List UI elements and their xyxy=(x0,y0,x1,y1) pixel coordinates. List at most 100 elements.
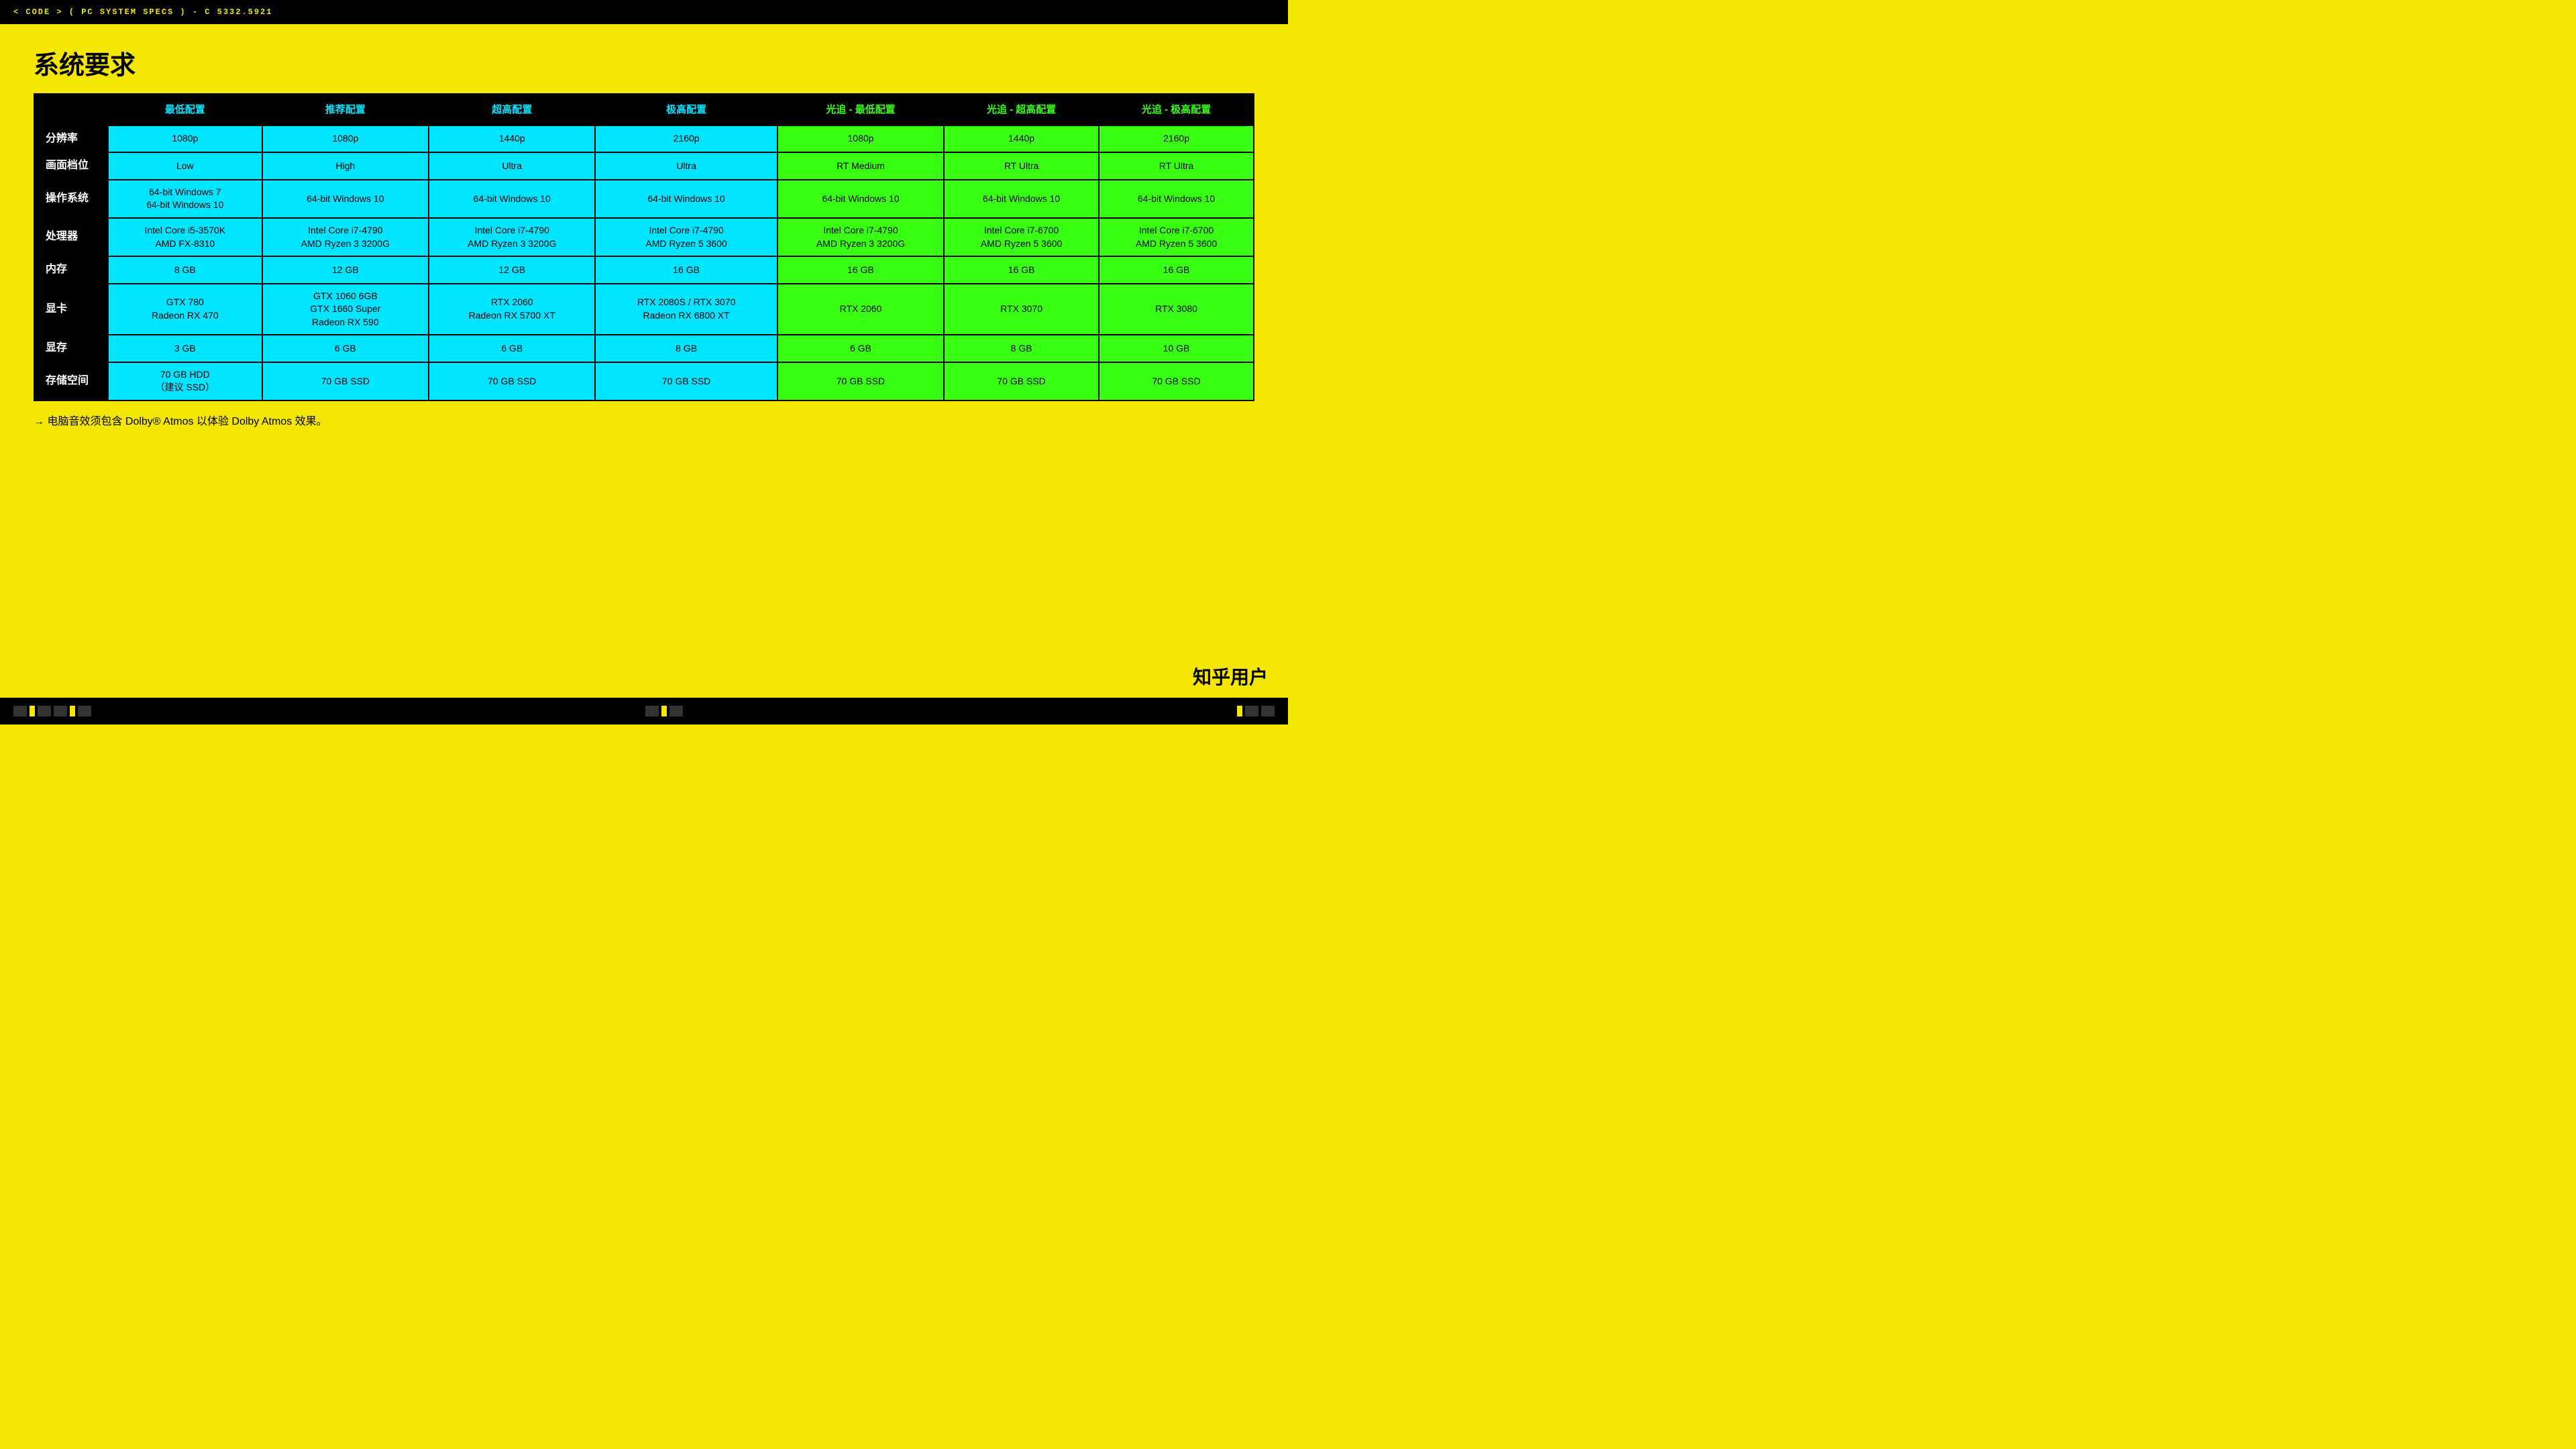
corner-bl xyxy=(31,392,43,404)
cell-0-0: 1080p xyxy=(108,125,262,152)
deco-block-4 xyxy=(78,706,91,716)
cell-6-3: 8 GB xyxy=(595,335,777,362)
table-row: 操作系统64-bit Windows 7 64-bit Windows 1064… xyxy=(34,180,1254,218)
cell-1-2: Ultra xyxy=(429,152,595,179)
deco-block-r1 xyxy=(1237,706,1242,716)
table-header-2: 推荐配置 xyxy=(262,94,429,125)
cell-4-2: 12 GB xyxy=(429,256,595,283)
cell-7-5: 70 GB SSD xyxy=(944,362,1099,400)
cell-0-2: 1440p xyxy=(429,125,595,152)
deco-block-r3 xyxy=(1261,706,1275,716)
cell-6-6: 10 GB xyxy=(1099,335,1254,362)
top-bar-text: < CODE > ( PC SYSTEM SPECS ) - C 5332.59… xyxy=(13,7,272,17)
cell-7-1: 70 GB SSD xyxy=(262,362,429,400)
cell-0-6: 2160p xyxy=(1099,125,1254,152)
cell-2-3: 64-bit Windows 10 xyxy=(595,180,777,218)
page-title: 系统要求 xyxy=(34,44,1254,81)
cell-3-1: Intel Core i7-4790 AMD Ryzen 3 3200G xyxy=(262,218,429,256)
watermark: 知乎用户 xyxy=(1193,663,1268,690)
table-header-3: 超高配置 xyxy=(429,94,595,125)
bottom-bar-right-deco xyxy=(1237,706,1275,716)
cell-1-0: Low xyxy=(108,152,262,179)
cell-5-6: RTX 3080 xyxy=(1099,284,1254,335)
cell-0-3: 2160p xyxy=(595,125,777,152)
row-label-5: 显卡 xyxy=(34,284,108,335)
cell-5-0: GTX 780 Radeon RX 470 xyxy=(108,284,262,335)
deco-block-3 xyxy=(54,706,67,716)
cell-7-3: 70 GB SSD xyxy=(595,362,777,400)
table-header-5: 光追 - 最低配置 xyxy=(777,94,944,125)
cell-2-5: 64-bit Windows 10 xyxy=(944,180,1099,218)
cell-1-4: RT Medium xyxy=(777,152,944,179)
main-content: 系统要求 最低配置推荐配置超高配置极高配置光追 - 最低配置光追 - 超高配置光… xyxy=(0,24,1288,698)
deco-block-yellow xyxy=(30,706,35,716)
table-header-4: 极高配置 xyxy=(595,94,777,125)
table-header-1: 最低配置 xyxy=(108,94,262,125)
corner-tl xyxy=(31,91,43,103)
cell-0-5: 1440p xyxy=(944,125,1099,152)
cell-7-0: 70 GB HDD （建议 SSD） xyxy=(108,362,262,400)
cell-7-6: 70 GB SSD xyxy=(1099,362,1254,400)
top-bar: < CODE > ( PC SYSTEM SPECS ) - C 5332.59… xyxy=(0,0,1288,24)
cell-1-3: Ultra xyxy=(595,152,777,179)
cell-3-0: Intel Core i5-3570K AMD FX-8310 xyxy=(108,218,262,256)
row-label-3: 处理器 xyxy=(34,218,108,256)
cell-3-6: Intel Core i7-6700 AMD Ryzen 5 3600 xyxy=(1099,218,1254,256)
cell-6-0: 3 GB xyxy=(108,335,262,362)
deco-block-2 xyxy=(38,706,51,716)
row-label-4: 内存 xyxy=(34,256,108,283)
cell-4-6: 16 GB xyxy=(1099,256,1254,283)
cell-3-4: Intel Core i7-4790 AMD Ryzen 3 3200G xyxy=(777,218,944,256)
deco-block-r2 xyxy=(1245,706,1258,716)
table-header-0 xyxy=(34,94,108,125)
cell-2-1: 64-bit Windows 10 xyxy=(262,180,429,218)
table-wrapper: 最低配置推荐配置超高配置极高配置光追 - 最低配置光追 - 超高配置光追 - 极… xyxy=(34,93,1254,401)
deco-block-c1 xyxy=(645,706,659,716)
cell-4-5: 16 GB xyxy=(944,256,1099,283)
deco-block-c3 xyxy=(669,706,683,716)
cell-2-2: 64-bit Windows 10 xyxy=(429,180,595,218)
cell-5-3: RTX 2080S / RTX 3070 Radeon RX 6800 XT xyxy=(595,284,777,335)
corner-tr xyxy=(1245,91,1257,103)
bottom-bar xyxy=(0,698,1288,724)
cell-2-6: 64-bit Windows 10 xyxy=(1099,180,1254,218)
cell-6-1: 6 GB xyxy=(262,335,429,362)
deco-block-c2 xyxy=(661,706,667,716)
row-label-7: 存储空间 xyxy=(34,362,108,400)
cell-0-1: 1080p xyxy=(262,125,429,152)
cell-7-2: 70 GB SSD xyxy=(429,362,595,400)
cell-5-4: RTX 2060 xyxy=(777,284,944,335)
row-label-6: 显存 xyxy=(34,335,108,362)
row-label-1: 画面档位 xyxy=(34,152,108,179)
row-label-0: 分辨率 xyxy=(34,125,108,152)
table-header-7: 光追 - 极高配置 xyxy=(1099,94,1254,125)
table-row: 处理器Intel Core i5-3570K AMD FX-8310Intel … xyxy=(34,218,1254,256)
table-row: 显存3 GB6 GB6 GB8 GB6 GB8 GB10 GB xyxy=(34,335,1254,362)
cell-4-1: 12 GB xyxy=(262,256,429,283)
cell-0-4: 1080p xyxy=(777,125,944,152)
table-row: 分辨率1080p1080p1440p2160p1080p1440p2160p xyxy=(34,125,1254,152)
bottom-bar-center-deco xyxy=(645,706,683,716)
bottom-bar-left-deco xyxy=(13,706,91,716)
table-header-6: 光追 - 超高配置 xyxy=(944,94,1099,125)
cell-5-2: RTX 2060 Radeon RX 5700 XT xyxy=(429,284,595,335)
specs-table: 最低配置推荐配置超高配置极高配置光追 - 最低配置光追 - 超高配置光追 - 极… xyxy=(34,93,1254,401)
cell-5-5: RTX 3070 xyxy=(944,284,1099,335)
footer-note: → 电脑音效须包含 Dolby® Atmos 以体验 Dolby Atmos 效… xyxy=(34,412,1254,428)
cell-2-4: 64-bit Windows 10 xyxy=(777,180,944,218)
cell-3-3: Intel Core i7-4790 AMD Ryzen 5 3600 xyxy=(595,218,777,256)
row-label-2: 操作系统 xyxy=(34,180,108,218)
table-header-row: 最低配置推荐配置超高配置极高配置光追 - 最低配置光追 - 超高配置光追 - 极… xyxy=(34,94,1254,125)
cell-1-6: RT Ultra xyxy=(1099,152,1254,179)
table-row: 显卡GTX 780 Radeon RX 470GTX 1060 6GB GTX … xyxy=(34,284,1254,335)
cell-6-5: 8 GB xyxy=(944,335,1099,362)
cell-2-0: 64-bit Windows 7 64-bit Windows 10 xyxy=(108,180,262,218)
deco-block-yellow-2 xyxy=(70,706,75,716)
cell-6-2: 6 GB xyxy=(429,335,595,362)
table-row: 内存8 GB12 GB12 GB16 GB16 GB16 GB16 GB xyxy=(34,256,1254,283)
cell-1-5: RT Ultra xyxy=(944,152,1099,179)
cell-3-5: Intel Core i7-6700 AMD Ryzen 5 3600 xyxy=(944,218,1099,256)
cell-3-2: Intel Core i7-4790 AMD Ryzen 3 3200G xyxy=(429,218,595,256)
cell-5-1: GTX 1060 6GB GTX 1660 Super Radeon RX 59… xyxy=(262,284,429,335)
cell-7-4: 70 GB SSD xyxy=(777,362,944,400)
